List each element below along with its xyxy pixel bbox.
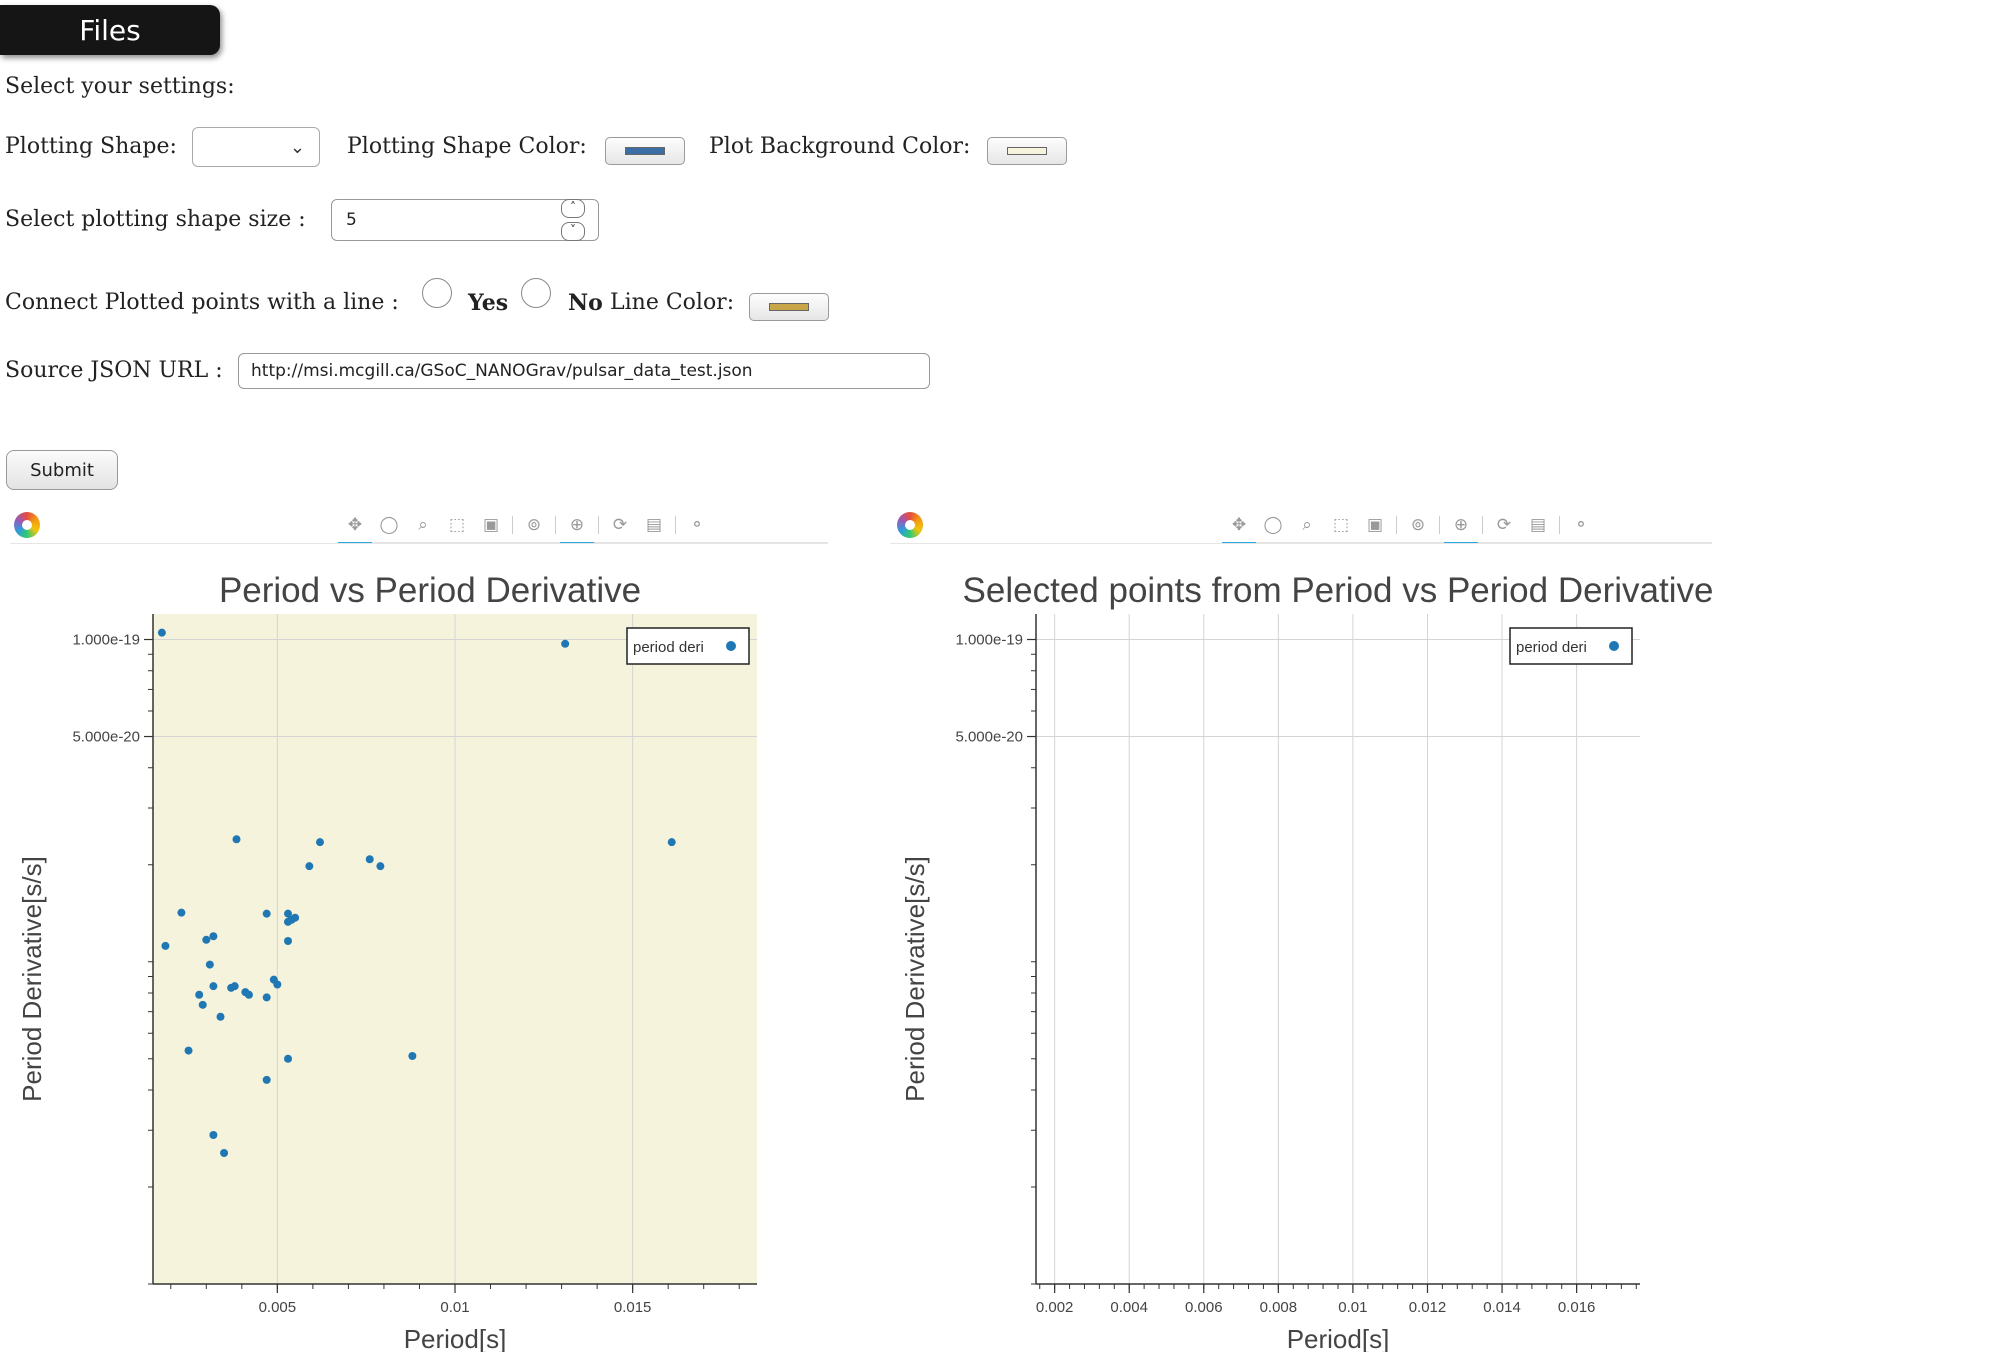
data-point bbox=[284, 936, 293, 945]
plot-area-background bbox=[1036, 614, 1640, 1284]
data-point bbox=[365, 855, 374, 864]
chart-title: Period vs Period Derivative bbox=[219, 571, 641, 610]
chart-title: Selected points from Period vs Period De… bbox=[963, 571, 1714, 610]
data-point bbox=[244, 990, 253, 999]
x-tick-label: 0.014 bbox=[1483, 1299, 1521, 1316]
x-axis-label: Period[s] bbox=[1287, 1324, 1390, 1352]
x-tick-label: 0.01 bbox=[440, 1299, 469, 1316]
x-tick-label: 0.004 bbox=[1110, 1299, 1148, 1316]
data-point bbox=[177, 908, 186, 917]
data-point bbox=[198, 1000, 207, 1009]
data-point bbox=[262, 1075, 271, 1084]
x-tick-label: 0.006 bbox=[1185, 1299, 1223, 1316]
data-point bbox=[230, 982, 239, 991]
x-tick-label: 0.002 bbox=[1036, 1299, 1074, 1316]
data-point bbox=[205, 960, 214, 969]
data-point bbox=[315, 838, 324, 847]
x-axis-label: Period[s] bbox=[404, 1324, 507, 1352]
data-point bbox=[284, 1054, 293, 1063]
data-point bbox=[291, 913, 300, 922]
y-tick-label: 5.000e-20 bbox=[72, 729, 140, 746]
legend-marker bbox=[1609, 641, 1619, 651]
data-point bbox=[376, 862, 385, 871]
data-point bbox=[667, 838, 676, 847]
legend-marker bbox=[726, 641, 736, 651]
data-point bbox=[209, 1130, 218, 1139]
data-point bbox=[216, 1012, 225, 1021]
x-tick-label: 0.012 bbox=[1409, 1299, 1447, 1316]
data-point bbox=[209, 982, 218, 991]
legend-label: period deri bbox=[1516, 639, 1587, 656]
data-point bbox=[262, 993, 271, 1002]
y-tick-label: 1.000e-19 bbox=[72, 632, 140, 649]
data-point bbox=[209, 932, 218, 941]
data-point bbox=[184, 1046, 193, 1055]
x-tick-label: 0.01 bbox=[1338, 1299, 1367, 1316]
charts-canvas[interactable]: 0.005 0.01 0.015 1.000e-19 5.000e-20 Period v… bbox=[0, 0, 2004, 1352]
data-point bbox=[220, 1148, 229, 1157]
data-point bbox=[161, 941, 170, 950]
data-point bbox=[202, 935, 211, 944]
y-axis-label: Period Derivative[s/s] bbox=[17, 856, 47, 1102]
data-point bbox=[232, 835, 241, 844]
y-tick-label: 1.000e-19 bbox=[955, 632, 1023, 649]
y-tick-label: 5.000e-20 bbox=[955, 729, 1023, 746]
data-point bbox=[408, 1051, 417, 1060]
data-point bbox=[262, 909, 271, 918]
x-tick-label: 0.016 bbox=[1558, 1299, 1596, 1316]
data-point bbox=[284, 917, 293, 926]
y-axis-label: Period Derivative[s/s] bbox=[900, 856, 930, 1102]
data-point bbox=[157, 628, 166, 637]
x-tick-label: 0.008 bbox=[1260, 1299, 1298, 1316]
data-point bbox=[195, 990, 204, 999]
data-point bbox=[305, 862, 314, 871]
x-tick-label: 0.015 bbox=[614, 1299, 652, 1316]
data-point bbox=[273, 980, 282, 989]
data-point bbox=[561, 639, 570, 648]
legend-label: period deri bbox=[633, 639, 704, 656]
x-tick-label: 0.005 bbox=[259, 1299, 297, 1316]
